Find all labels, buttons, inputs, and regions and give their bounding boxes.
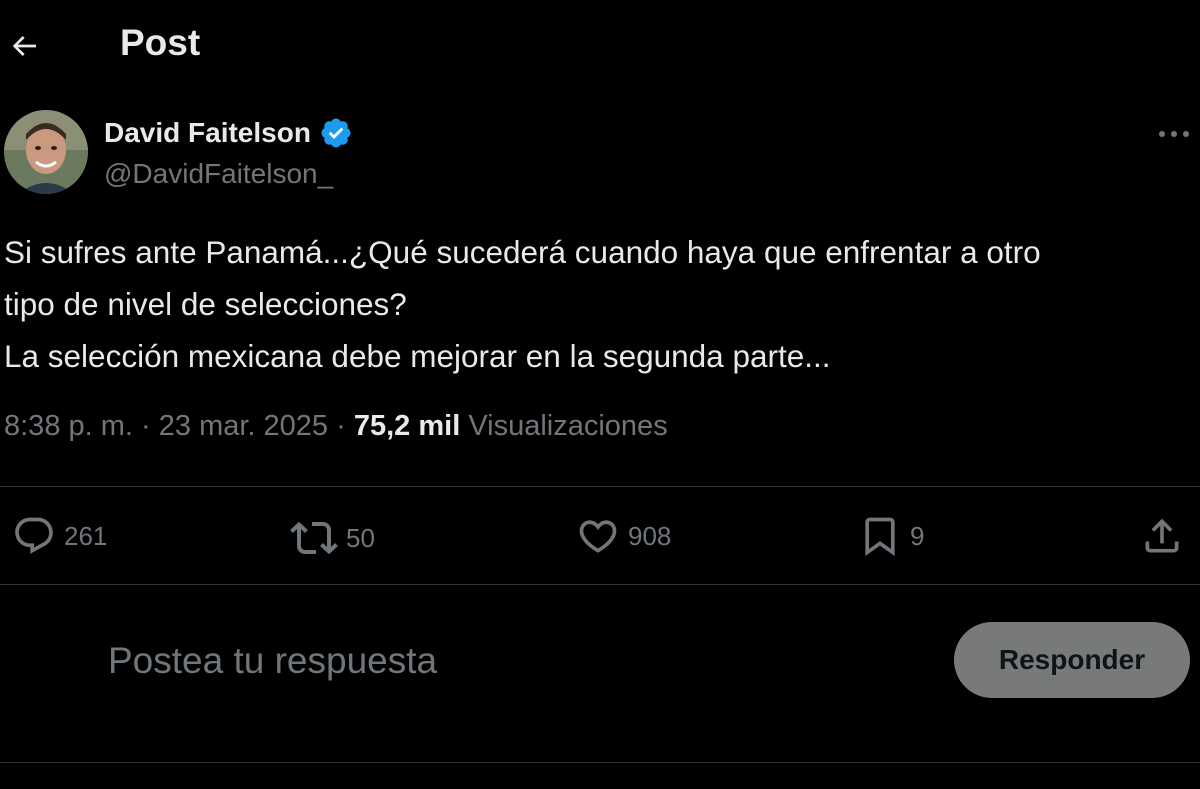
views-label: Visualizaciones	[468, 410, 668, 442]
views-count[interactable]: 75,2 mil	[354, 410, 460, 442]
reply-composer: Responder	[0, 600, 1200, 750]
name-row: David Faitelson	[104, 116, 353, 150]
reply-count: 261	[64, 520, 108, 551]
divider	[0, 762, 1200, 763]
divider	[0, 486, 1200, 487]
reply-submit-button[interactable]: Responder	[954, 622, 1190, 698]
share-icon	[1145, 518, 1179, 553]
heart-icon	[579, 520, 617, 553]
reply-button[interactable]: 261	[12, 514, 107, 558]
meta-separator: ·	[141, 410, 151, 442]
author-handle[interactable]: @DavidFaitelson_	[104, 158, 333, 190]
repost-count: 50	[346, 522, 375, 553]
reply-input[interactable]	[108, 636, 908, 686]
repost-button[interactable]: 50	[290, 514, 375, 562]
more-horizontal-icon	[1159, 131, 1189, 137]
author-display-name[interactable]: David Faitelson	[104, 117, 311, 149]
post-text-line: tipo de nivel de selecciones?	[4, 286, 407, 322]
bookmark-icon	[865, 517, 895, 557]
top-bar: Post	[0, 0, 1200, 90]
avatar-image	[4, 110, 88, 194]
post-text-line: La selección mexicana debe mejorar en la…	[4, 338, 831, 374]
post-text-line: Si sufres ante Panamá...¿Qué sucederá cu…	[4, 234, 1041, 270]
repost-icon	[290, 521, 338, 555]
bookmark-button[interactable]: 9	[858, 514, 924, 558]
more-options-button[interactable]	[1152, 122, 1196, 146]
like-button[interactable]: 908	[576, 514, 671, 558]
bookmark-count: 9	[910, 520, 925, 551]
post-meta: 8:38 p. m. · 23 mar. 2025 · 75,2 mil Vis…	[4, 410, 668, 443]
post-author: David Faitelson @DavidFaitelson_	[0, 108, 1200, 198]
arrow-left-icon	[12, 36, 36, 56]
avatar[interactable]	[4, 110, 88, 194]
post-time[interactable]: 8:38 p. m.	[4, 410, 133, 442]
divider	[0, 584, 1200, 585]
meta-separator: ·	[336, 410, 346, 442]
back-button[interactable]	[6, 28, 42, 64]
page-title: Post	[120, 22, 201, 63]
reply-icon	[15, 517, 53, 554]
post-actions-bar: 261 50 908 9	[0, 500, 1200, 572]
post-text: Si sufres ante Panamá...¿Qué sucederá cu…	[4, 226, 1198, 382]
like-count: 908	[628, 520, 672, 551]
share-button[interactable]	[1140, 514, 1184, 558]
verified-badge-icon[interactable]	[319, 116, 353, 150]
post-date[interactable]: 23 mar. 2025	[159, 410, 328, 442]
